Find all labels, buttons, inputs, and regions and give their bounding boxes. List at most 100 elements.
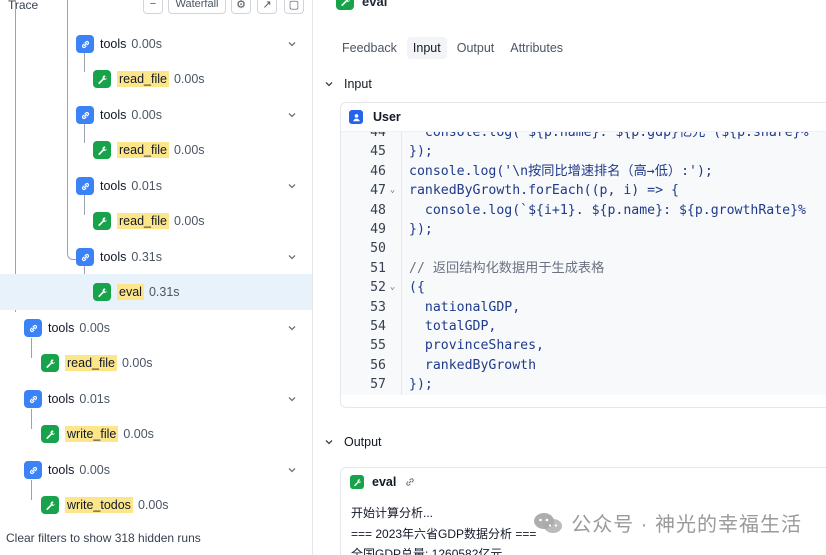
- message-role-header: User: [341, 103, 826, 131]
- run-name: tools: [48, 321, 75, 335]
- tree-row-tool[interactable]: read_file 0.00s: [0, 61, 312, 97]
- wechat-logo-icon: [534, 512, 563, 533]
- chevron-down-icon[interactable]: [285, 321, 299, 335]
- line-number: 46: [370, 163, 386, 179]
- tab-output[interactable]: Output: [451, 37, 501, 59]
- code-line: 57});: [341, 375, 433, 394]
- output-section-header[interactable]: Output: [322, 435, 382, 449]
- code-text: rankedByGrowth: [409, 357, 537, 373]
- tree-row-tools[interactable]: tools 0.00s: [0, 310, 312, 346]
- fold-gutter: [386, 375, 399, 394]
- run-duration: 0.00s: [123, 427, 154, 441]
- line-number: 48: [370, 202, 386, 218]
- chevron-down-icon[interactable]: [285, 250, 299, 264]
- tab-input[interactable]: Input: [406, 37, 447, 59]
- code-text: ({: [409, 280, 425, 296]
- chevron-down-icon[interactable]: [285, 37, 299, 51]
- chevron-down-icon[interactable]: [285, 179, 299, 193]
- run-name: eval: [362, 0, 388, 9]
- settings-icon[interactable]: ⚙: [231, 0, 251, 14]
- run-name: tools: [100, 250, 127, 264]
- code-line: 51 // 返回结构化数据用于生成表格: [341, 259, 604, 278]
- fold-chevron-icon[interactable]: ⌄: [386, 278, 399, 297]
- fold-gutter: [386, 317, 399, 336]
- line-number: 56: [370, 357, 386, 373]
- run-name: eval: [117, 284, 144, 300]
- run-name: read_file: [117, 71, 169, 87]
- tree-row-tools[interactable]: tools 0.00s: [0, 97, 312, 133]
- tree-row-tools[interactable]: tools 0.00s: [0, 452, 312, 488]
- input-section-header[interactable]: Input: [322, 77, 372, 91]
- tree-row-tool[interactable]: read_file 0.00s: [0, 203, 312, 239]
- tree-row-tool[interactable]: eval 0.31s: [0, 274, 312, 310]
- tree-row-tools[interactable]: tools 0.01s: [0, 168, 312, 204]
- code-line: 54 totalGDP,: [341, 317, 496, 336]
- tree-row-tool[interactable]: write_file 0.00s: [0, 416, 312, 452]
- run-header: eval: [336, 0, 387, 10]
- tree-row-tool[interactable]: read_file 0.00s: [0, 132, 312, 168]
- user-icon: [349, 110, 363, 124]
- code-text: });: [409, 377, 433, 393]
- chevron-down-icon[interactable]: [285, 108, 299, 122]
- waterfall-button[interactable]: Waterfall: [168, 0, 226, 14]
- expand-icon[interactable]: ↗: [257, 0, 277, 14]
- run-name: write_file: [65, 426, 119, 442]
- line-number: 44: [370, 131, 386, 140]
- run-name: tools: [100, 37, 127, 51]
- fold-chevron-icon[interactable]: ⌄: [386, 181, 399, 200]
- trace-toolbar: Trace − Waterfall ⚙ ↗ ▢: [0, 0, 312, 14]
- run-duration: 0.00s: [173, 143, 205, 157]
- wrench-icon: [41, 354, 59, 372]
- trace-panel: Trace − Waterfall ⚙ ↗ ▢ tools 0.00s read_f…: [0, 0, 313, 555]
- fold-gutter: [386, 142, 399, 161]
- run-duration: 0.00s: [173, 72, 205, 86]
- link-icon[interactable]: [404, 476, 416, 488]
- wrench-icon: [93, 283, 111, 301]
- wrench-icon: [41, 496, 59, 514]
- run-duration: 0.31s: [131, 250, 162, 264]
- chevron-down-icon[interactable]: [285, 392, 299, 406]
- output-tool-header: eval: [341, 468, 826, 496]
- line-number: 57: [370, 377, 386, 393]
- line-number: 54: [370, 319, 386, 334]
- wrench-icon: [93, 141, 111, 159]
- message-card: User 44 console.log(`${p.name}: ${p.gdp}…: [340, 102, 826, 408]
- tree-row-tools[interactable]: tools 0.01s: [0, 381, 312, 417]
- tab-attributes[interactable]: Attributes: [504, 37, 569, 59]
- code-text: provinceShares,: [409, 338, 544, 354]
- tab-feedback[interactable]: Feedback: [336, 37, 403, 59]
- run-duration: 0.00s: [79, 321, 110, 335]
- code-line: 56 rankedByGrowth: [341, 356, 536, 375]
- code-text: console.log(`${p.name}: ${p.gdp}亿元 (${p.…: [409, 131, 809, 140]
- trace-title: Trace: [8, 0, 39, 12]
- code-text: nationalGDP,: [409, 299, 521, 315]
- collapse-button[interactable]: −: [143, 0, 163, 14]
- wrench-icon: [93, 70, 111, 88]
- code-text: });: [409, 144, 433, 160]
- line-number: 53: [370, 299, 386, 315]
- run-name: tools: [100, 179, 127, 193]
- code-line: 53 nationalGDP,: [341, 298, 520, 317]
- code-text: console.log('\n按同比增速排名（高→低）:');: [409, 163, 713, 179]
- run-duration: 0.00s: [121, 356, 153, 370]
- code-text: });: [409, 222, 433, 237]
- link-icon: [76, 248, 94, 266]
- tree-row-tools[interactable]: tools 0.31s: [0, 239, 312, 275]
- code-text: // 返回结构化数据用于生成表格: [409, 260, 605, 276]
- code-text: console.log(`${i+1}. ${p.name}: ${p.grow…: [409, 202, 806, 218]
- fold-gutter: [386, 220, 399, 239]
- tree-row-tool[interactable]: read_file 0.00s: [0, 345, 312, 381]
- clear-filters-link[interactable]: Clear filters to show 318 hidden runs: [6, 531, 201, 545]
- tree-row-tools[interactable]: tools 0.00s: [0, 26, 312, 62]
- line-number: 49: [370, 222, 386, 237]
- input-section-title: Input: [344, 77, 372, 91]
- code-block[interactable]: 44 console.log(`${p.name}: ${p.gdp}亿元 ($…: [341, 131, 826, 395]
- watermark-text: 公众号 · 神光的幸福生活: [571, 514, 802, 536]
- run-duration: 0.00s: [131, 108, 162, 122]
- tree-row-tool[interactable]: write_todos 0.00s: [0, 487, 312, 523]
- chevron-down-icon[interactable]: [285, 463, 299, 477]
- panel-icon[interactable]: ▢: [284, 0, 304, 14]
- run-name: read_file: [117, 142, 169, 158]
- run-duration: 0.01s: [131, 179, 162, 193]
- fold-gutter: [386, 336, 399, 355]
